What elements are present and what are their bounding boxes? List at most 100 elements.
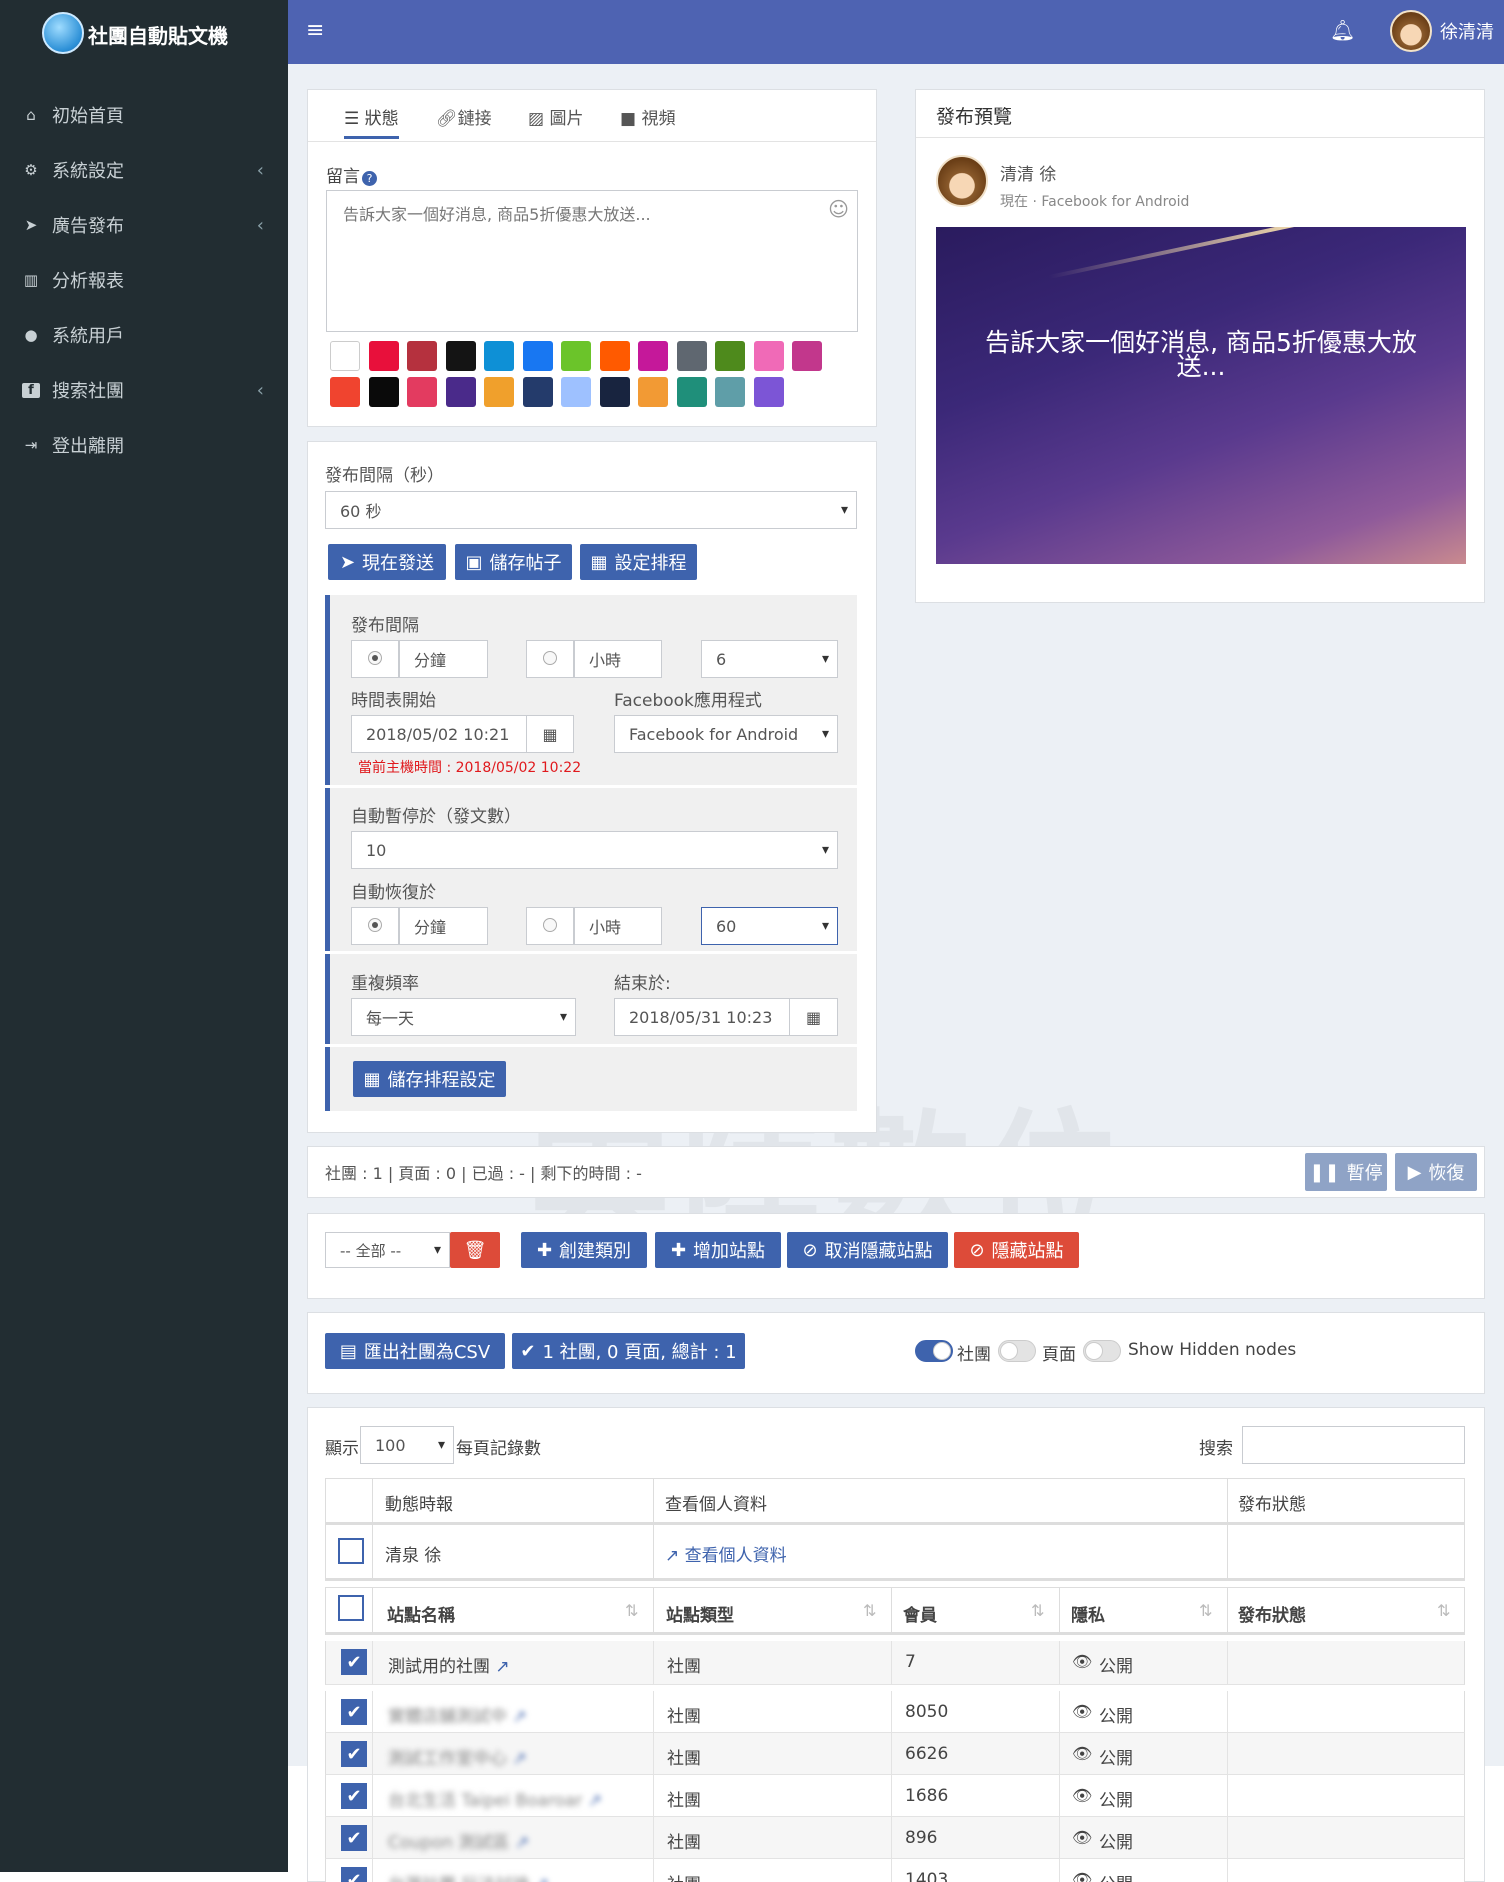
row-checkbox[interactable]: ✔ bbox=[341, 1867, 367, 1882]
emoji-icon[interactable]: ☺ bbox=[828, 197, 849, 221]
minute-radio[interactable] bbox=[351, 640, 399, 678]
external-link-icon[interactable]: ↗ bbox=[507, 1707, 526, 1727]
background-color-swatch[interactable] bbox=[638, 377, 668, 407]
per-page-select[interactable]: 100 bbox=[360, 1426, 454, 1464]
pause-select[interactable]: 10 bbox=[351, 831, 838, 869]
help-icon[interactable]: ? bbox=[362, 171, 377, 186]
background-color-swatch[interactable] bbox=[792, 341, 822, 371]
delete-category-button[interactable]: 🗑︎ bbox=[450, 1232, 500, 1268]
app-select[interactable]: Facebook for Android bbox=[614, 715, 838, 753]
profile-checkbox[interactable] bbox=[338, 1538, 364, 1564]
search-input[interactable] bbox=[1242, 1426, 1465, 1464]
tab-image[interactable]: ▨ 圖片 bbox=[528, 104, 583, 129]
save-schedule-button[interactable]: ▦ 儲存排程設定 bbox=[353, 1061, 506, 1097]
background-color-swatch[interactable] bbox=[407, 341, 437, 371]
background-color-swatch[interactable] bbox=[522, 377, 553, 407]
end-date-input[interactable]: 2018/05/31 10:23 bbox=[614, 998, 790, 1036]
calendar-icon[interactable]: ▦ bbox=[789, 998, 838, 1036]
resume-number-select[interactable]: 60 bbox=[701, 907, 838, 945]
sidebar-item-ads[interactable]: ➤ 廣告發布 ‹ bbox=[0, 200, 288, 250]
pages-toggle[interactable] bbox=[998, 1340, 1036, 1362]
external-link-icon[interactable]: ↗ bbox=[507, 1749, 526, 1769]
background-color-swatch[interactable] bbox=[330, 377, 360, 407]
background-color-swatch[interactable] bbox=[561, 341, 591, 371]
send-now-button[interactable]: ➤ 現在發送 bbox=[328, 544, 446, 580]
repeat-select[interactable]: 每一天 bbox=[351, 998, 576, 1036]
sort-icon[interactable]: ⇅ bbox=[625, 1601, 638, 1620]
sidebar-item-users[interactable]: ● 系統用戶 bbox=[0, 310, 288, 360]
site-name[interactable]: Coupon 測試區 ↗ bbox=[388, 1828, 529, 1853]
user-name[interactable]: 徐清清 bbox=[1440, 18, 1494, 44]
row-checkbox[interactable]: ✔ bbox=[341, 1649, 367, 1675]
message-textarea[interactable]: 告訴大家一個好消息, 商品5折優惠大放送... ☺ bbox=[326, 190, 858, 332]
hidden-nodes-toggle[interactable] bbox=[1083, 1340, 1121, 1362]
view-profile-link[interactable]: ↗ 查看個人資料 bbox=[665, 1541, 787, 1566]
external-link-icon[interactable]: ↗ bbox=[582, 1791, 602, 1811]
avatar[interactable] bbox=[1390, 10, 1432, 52]
hide-sites-button[interactable]: ⊘ 隱藏站點 bbox=[954, 1232, 1079, 1268]
site-name[interactable]: 台灣社團 玩法討論 ↗ bbox=[388, 1870, 549, 1882]
sort-icon[interactable]: ⇅ bbox=[1437, 1601, 1450, 1620]
tab-video[interactable]: ■ 視頻 bbox=[620, 104, 675, 129]
unhide-sites-button[interactable]: ⊘ 取消隱藏站點 bbox=[787, 1232, 948, 1268]
sidebar-item-search-groups[interactable]: f 搜索社團 ‹ bbox=[0, 365, 288, 415]
set-schedule-button[interactable]: ▦ 設定排程 bbox=[580, 544, 697, 580]
resume-minute-radio[interactable] bbox=[351, 907, 399, 945]
background-color-swatch[interactable] bbox=[522, 341, 553, 371]
background-color-swatch[interactable] bbox=[599, 377, 630, 407]
background-color-swatch[interactable] bbox=[330, 341, 360, 371]
site-type-header[interactable]: 站點類型 bbox=[666, 1601, 734, 1626]
add-site-button[interactable]: ✚ 增加站點 bbox=[655, 1232, 781, 1268]
background-color-swatch[interactable] bbox=[561, 377, 591, 407]
row-checkbox[interactable]: ✔ bbox=[341, 1741, 367, 1767]
resume-button[interactable]: ▶ 恢復 bbox=[1395, 1153, 1477, 1191]
groups-toggle[interactable] bbox=[915, 1340, 953, 1362]
interval-number-select[interactable]: 6 bbox=[701, 640, 838, 678]
sidebar-item-settings[interactable]: ⚙ 系統設定 ‹ bbox=[0, 145, 288, 195]
sort-icon[interactable]: ⇅ bbox=[1199, 1601, 1212, 1620]
hour-radio[interactable] bbox=[526, 640, 574, 678]
background-color-swatch[interactable] bbox=[676, 377, 707, 407]
create-category-button[interactable]: ✚ 創建類別 bbox=[521, 1232, 647, 1268]
background-color-swatch[interactable] bbox=[484, 377, 514, 407]
background-color-swatch[interactable] bbox=[445, 377, 476, 407]
members-header[interactable]: 會員 bbox=[903, 1601, 937, 1626]
background-color-swatch[interactable] bbox=[445, 341, 476, 371]
tab-status[interactable]: ☰ 狀態 bbox=[344, 104, 399, 139]
start-date-input[interactable]: 2018/05/02 10:21 bbox=[351, 715, 527, 753]
external-link-icon[interactable]: ↗ bbox=[509, 1833, 529, 1853]
row-checkbox[interactable]: ✔ bbox=[341, 1783, 367, 1809]
external-link-icon[interactable]: ↗ bbox=[529, 1875, 549, 1882]
resume-hour-radio[interactable] bbox=[526, 907, 574, 945]
tab-link[interactable]: 🔗︎鏈接 bbox=[436, 104, 492, 129]
post-status-header[interactable]: 發布狀態 bbox=[1238, 1601, 1306, 1626]
background-color-swatch[interactable] bbox=[368, 377, 399, 407]
sidebar-item-logout[interactable]: ⇥ 登出離開 bbox=[0, 420, 288, 470]
site-name[interactable]: 測試用的社團 ↗ bbox=[388, 1652, 510, 1677]
sidebar-item-home[interactable]: ⌂ 初始首頁 bbox=[0, 90, 288, 140]
background-color-swatch[interactable] bbox=[715, 341, 745, 371]
hamburger-menu-icon[interactable]: ≡ bbox=[306, 20, 324, 42]
sort-icon[interactable]: ⇅ bbox=[863, 1601, 876, 1620]
bell-icon[interactable]: 🔔︎ bbox=[1330, 18, 1355, 42]
background-color-swatch[interactable] bbox=[407, 377, 437, 407]
background-color-swatch[interactable] bbox=[638, 341, 668, 371]
background-color-swatch[interactable] bbox=[715, 377, 745, 407]
background-color-swatch[interactable] bbox=[599, 341, 630, 371]
export-csv-button[interactable]: ▤ 匯出社團為CSV bbox=[325, 1333, 505, 1369]
background-color-swatch[interactable] bbox=[753, 341, 784, 371]
background-color-swatch[interactable] bbox=[676, 341, 707, 371]
background-color-swatch[interactable] bbox=[484, 341, 514, 371]
privacy-header[interactable]: 隱私 bbox=[1071, 1601, 1105, 1626]
site-name[interactable]: 台北生活 Taipei Boaroar ↗ bbox=[388, 1786, 602, 1811]
site-name[interactable]: 測試工作室中心 ↗ bbox=[388, 1744, 527, 1769]
sort-icon[interactable]: ⇅ bbox=[1031, 1601, 1044, 1620]
category-select[interactable]: -- 全部 -- bbox=[325, 1232, 450, 1268]
site-name[interactable]: 實體店舖測試中 ↗ bbox=[388, 1702, 527, 1727]
calendar-icon[interactable]: ▦ bbox=[526, 715, 574, 753]
row-checkbox[interactable]: ✔ bbox=[341, 1825, 367, 1851]
background-color-swatch[interactable] bbox=[368, 341, 399, 371]
site-name-header[interactable]: 站點名稱 bbox=[387, 1601, 455, 1626]
interval-select[interactable]: 60 秒 bbox=[325, 491, 857, 529]
sidebar-item-reports[interactable]: ▥ 分析報表 bbox=[0, 255, 288, 305]
